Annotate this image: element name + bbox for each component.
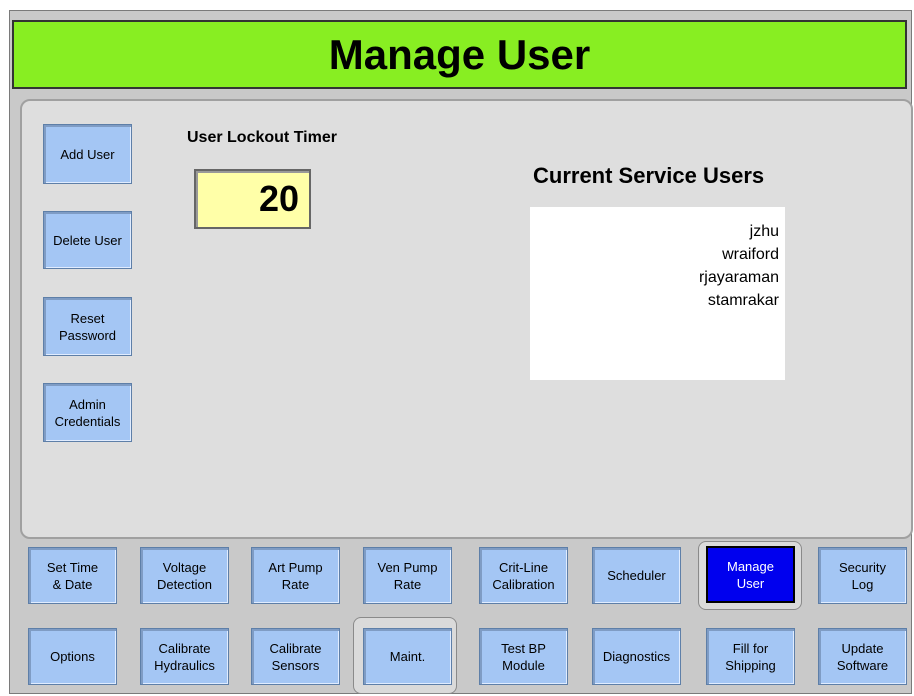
tab-ven-pump-rate[interactable]: Ven Pump Rate (363, 547, 452, 604)
tab-art-pump-rate[interactable]: Art Pump Rate (251, 547, 340, 604)
page-header: Manage User (12, 20, 907, 89)
list-item[interactable]: wraiford (530, 243, 779, 266)
admin-credentials-button[interactable]: Admin Credentials (43, 383, 132, 442)
tab-maint[interactable]: Maint. (363, 628, 452, 685)
list-item[interactable]: stamrakar (530, 289, 779, 312)
list-item[interactable]: jzhu (530, 220, 779, 243)
tab-update-software[interactable]: Update Software (818, 628, 907, 685)
tab-security-log[interactable]: Security Log (818, 547, 907, 604)
tab-scheduler[interactable]: Scheduler (592, 547, 681, 604)
tab-test-bp-module[interactable]: Test BP Module (479, 628, 568, 685)
tab-fill-for-shipping[interactable]: Fill for Shipping (706, 628, 795, 685)
tab-calibrate-hydraulics[interactable]: Calibrate Hydraulics (140, 628, 229, 685)
tab-crit-line-calibration[interactable]: Crit-Line Calibration (479, 547, 568, 604)
delete-user-button[interactable]: Delete User (43, 211, 132, 269)
tab-set-time-date[interactable]: Set Time & Date (28, 547, 117, 604)
tab-voltage-detection[interactable]: Voltage Detection (140, 547, 229, 604)
lockout-timer-label: User Lockout Timer (187, 129, 337, 146)
reset-password-button[interactable]: Reset Password (43, 297, 132, 356)
add-user-button[interactable]: Add User (43, 124, 132, 184)
tab-calibrate-sensors[interactable]: Calibrate Sensors (251, 628, 340, 685)
service-users-title: Current Service Users (533, 163, 765, 188)
list-item[interactable]: rjayaraman (530, 266, 779, 289)
tab-manage-user[interactable]: Manage User (706, 546, 795, 603)
page-title: Manage User (328, 31, 591, 78)
service-users-list[interactable]: jzhu wraiford rjayaraman stamrakar (530, 207, 785, 380)
tab-diagnostics[interactable]: Diagnostics (592, 628, 681, 685)
lockout-timer-field[interactable]: 20 (194, 169, 311, 229)
tab-options[interactable]: Options (28, 628, 117, 685)
